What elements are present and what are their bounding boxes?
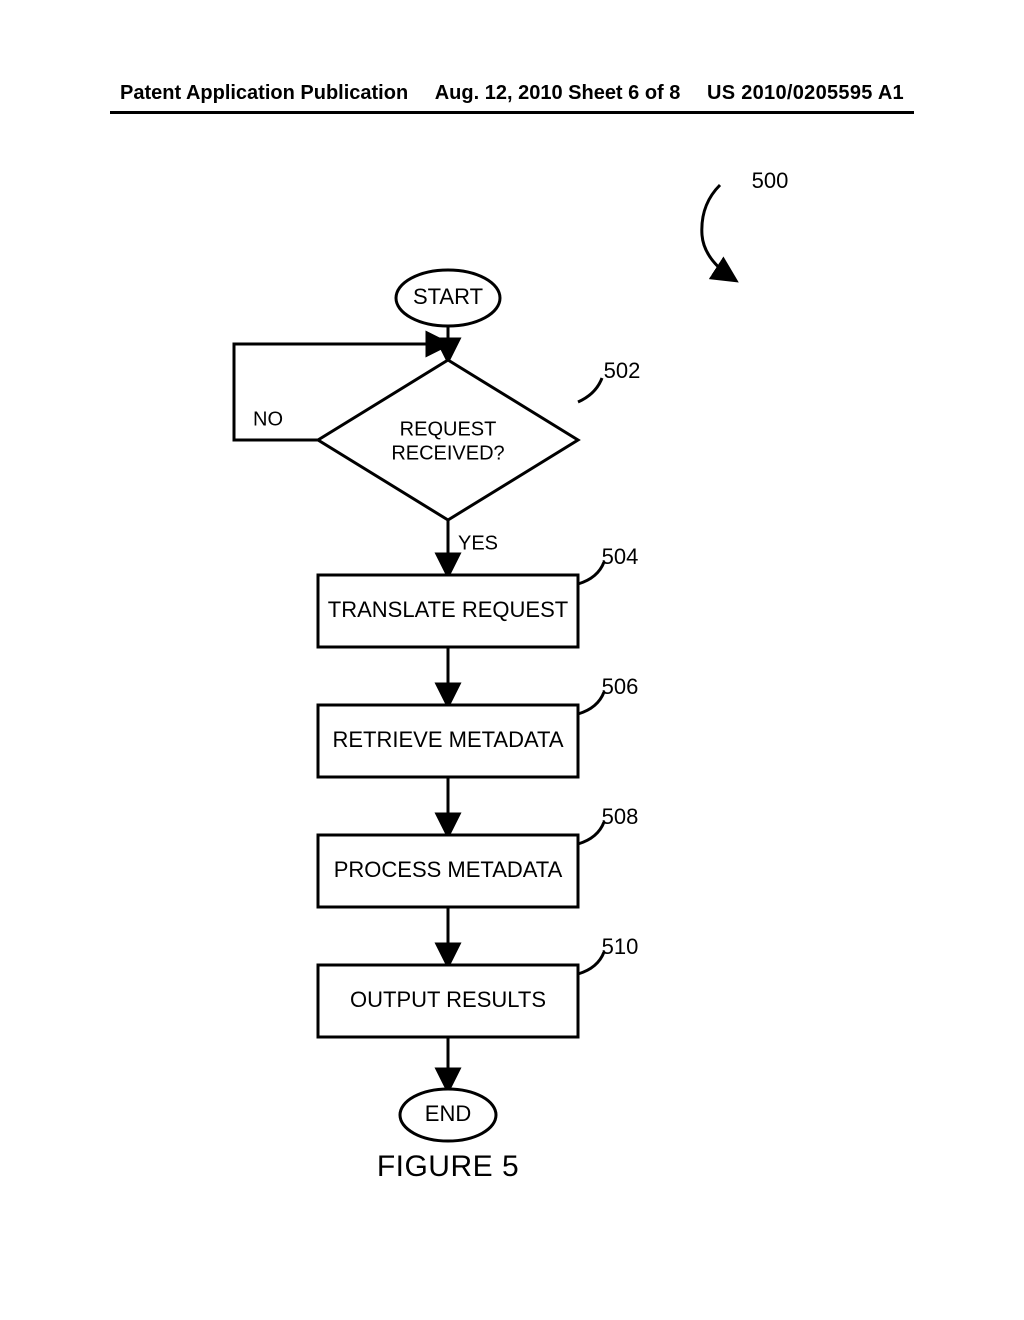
ref-504: 504 <box>578 544 638 584</box>
box-output-label: OUTPUT RESULTS <box>350 987 546 1012</box>
figure-ref-arrow: 500 <box>702 168 789 280</box>
start-node: START <box>396 270 500 326</box>
box-process-metadata: PROCESS METADATA <box>318 835 578 907</box>
ref-504-label: 504 <box>602 544 639 569</box>
ref-508-label: 508 <box>602 804 639 829</box>
box-translate-label: TRANSLATE REQUEST <box>328 597 568 622</box>
decision-line1: REQUEST <box>400 418 497 440</box>
decision-request-received: REQUEST RECEIVED? <box>318 360 578 520</box>
ref-510: 510 <box>578 934 638 974</box>
ref-510-label: 510 <box>602 934 639 959</box>
page: Patent Application Publication Aug. 12, … <box>0 0 1024 1320</box>
ref-506-label: 506 <box>602 674 639 699</box>
box-process-label: PROCESS METADATA <box>334 857 563 882</box>
box-translate-request: TRANSLATE REQUEST <box>318 575 578 647</box>
box-retrieve-metadata: RETRIEVE METADATA <box>318 705 578 777</box>
ref-508: 508 <box>578 804 638 844</box>
box-output-results: OUTPUT RESULTS <box>318 965 578 1037</box>
decision-line2: RECEIVED? <box>391 442 504 464</box>
figure-caption: FIGURE 5 <box>377 1150 519 1183</box>
no-label: NO <box>253 408 283 430</box>
ref-506: 506 <box>578 674 638 714</box>
edge-yes: YES <box>448 520 498 575</box>
end-label: END <box>425 1101 471 1126</box>
start-label: START <box>413 284 483 309</box>
ref-502-label: 502 <box>604 358 641 383</box>
yes-label: YES <box>458 532 498 554</box>
end-node: END <box>400 1089 496 1141</box>
box-retrieve-label: RETRIEVE METADATA <box>332 727 563 752</box>
ref-502: 502 <box>578 358 640 402</box>
figure-ref-label: 500 <box>752 168 789 193</box>
flowchart: 500 START REQUEST RECEIVED? 502 <box>0 0 1024 1320</box>
